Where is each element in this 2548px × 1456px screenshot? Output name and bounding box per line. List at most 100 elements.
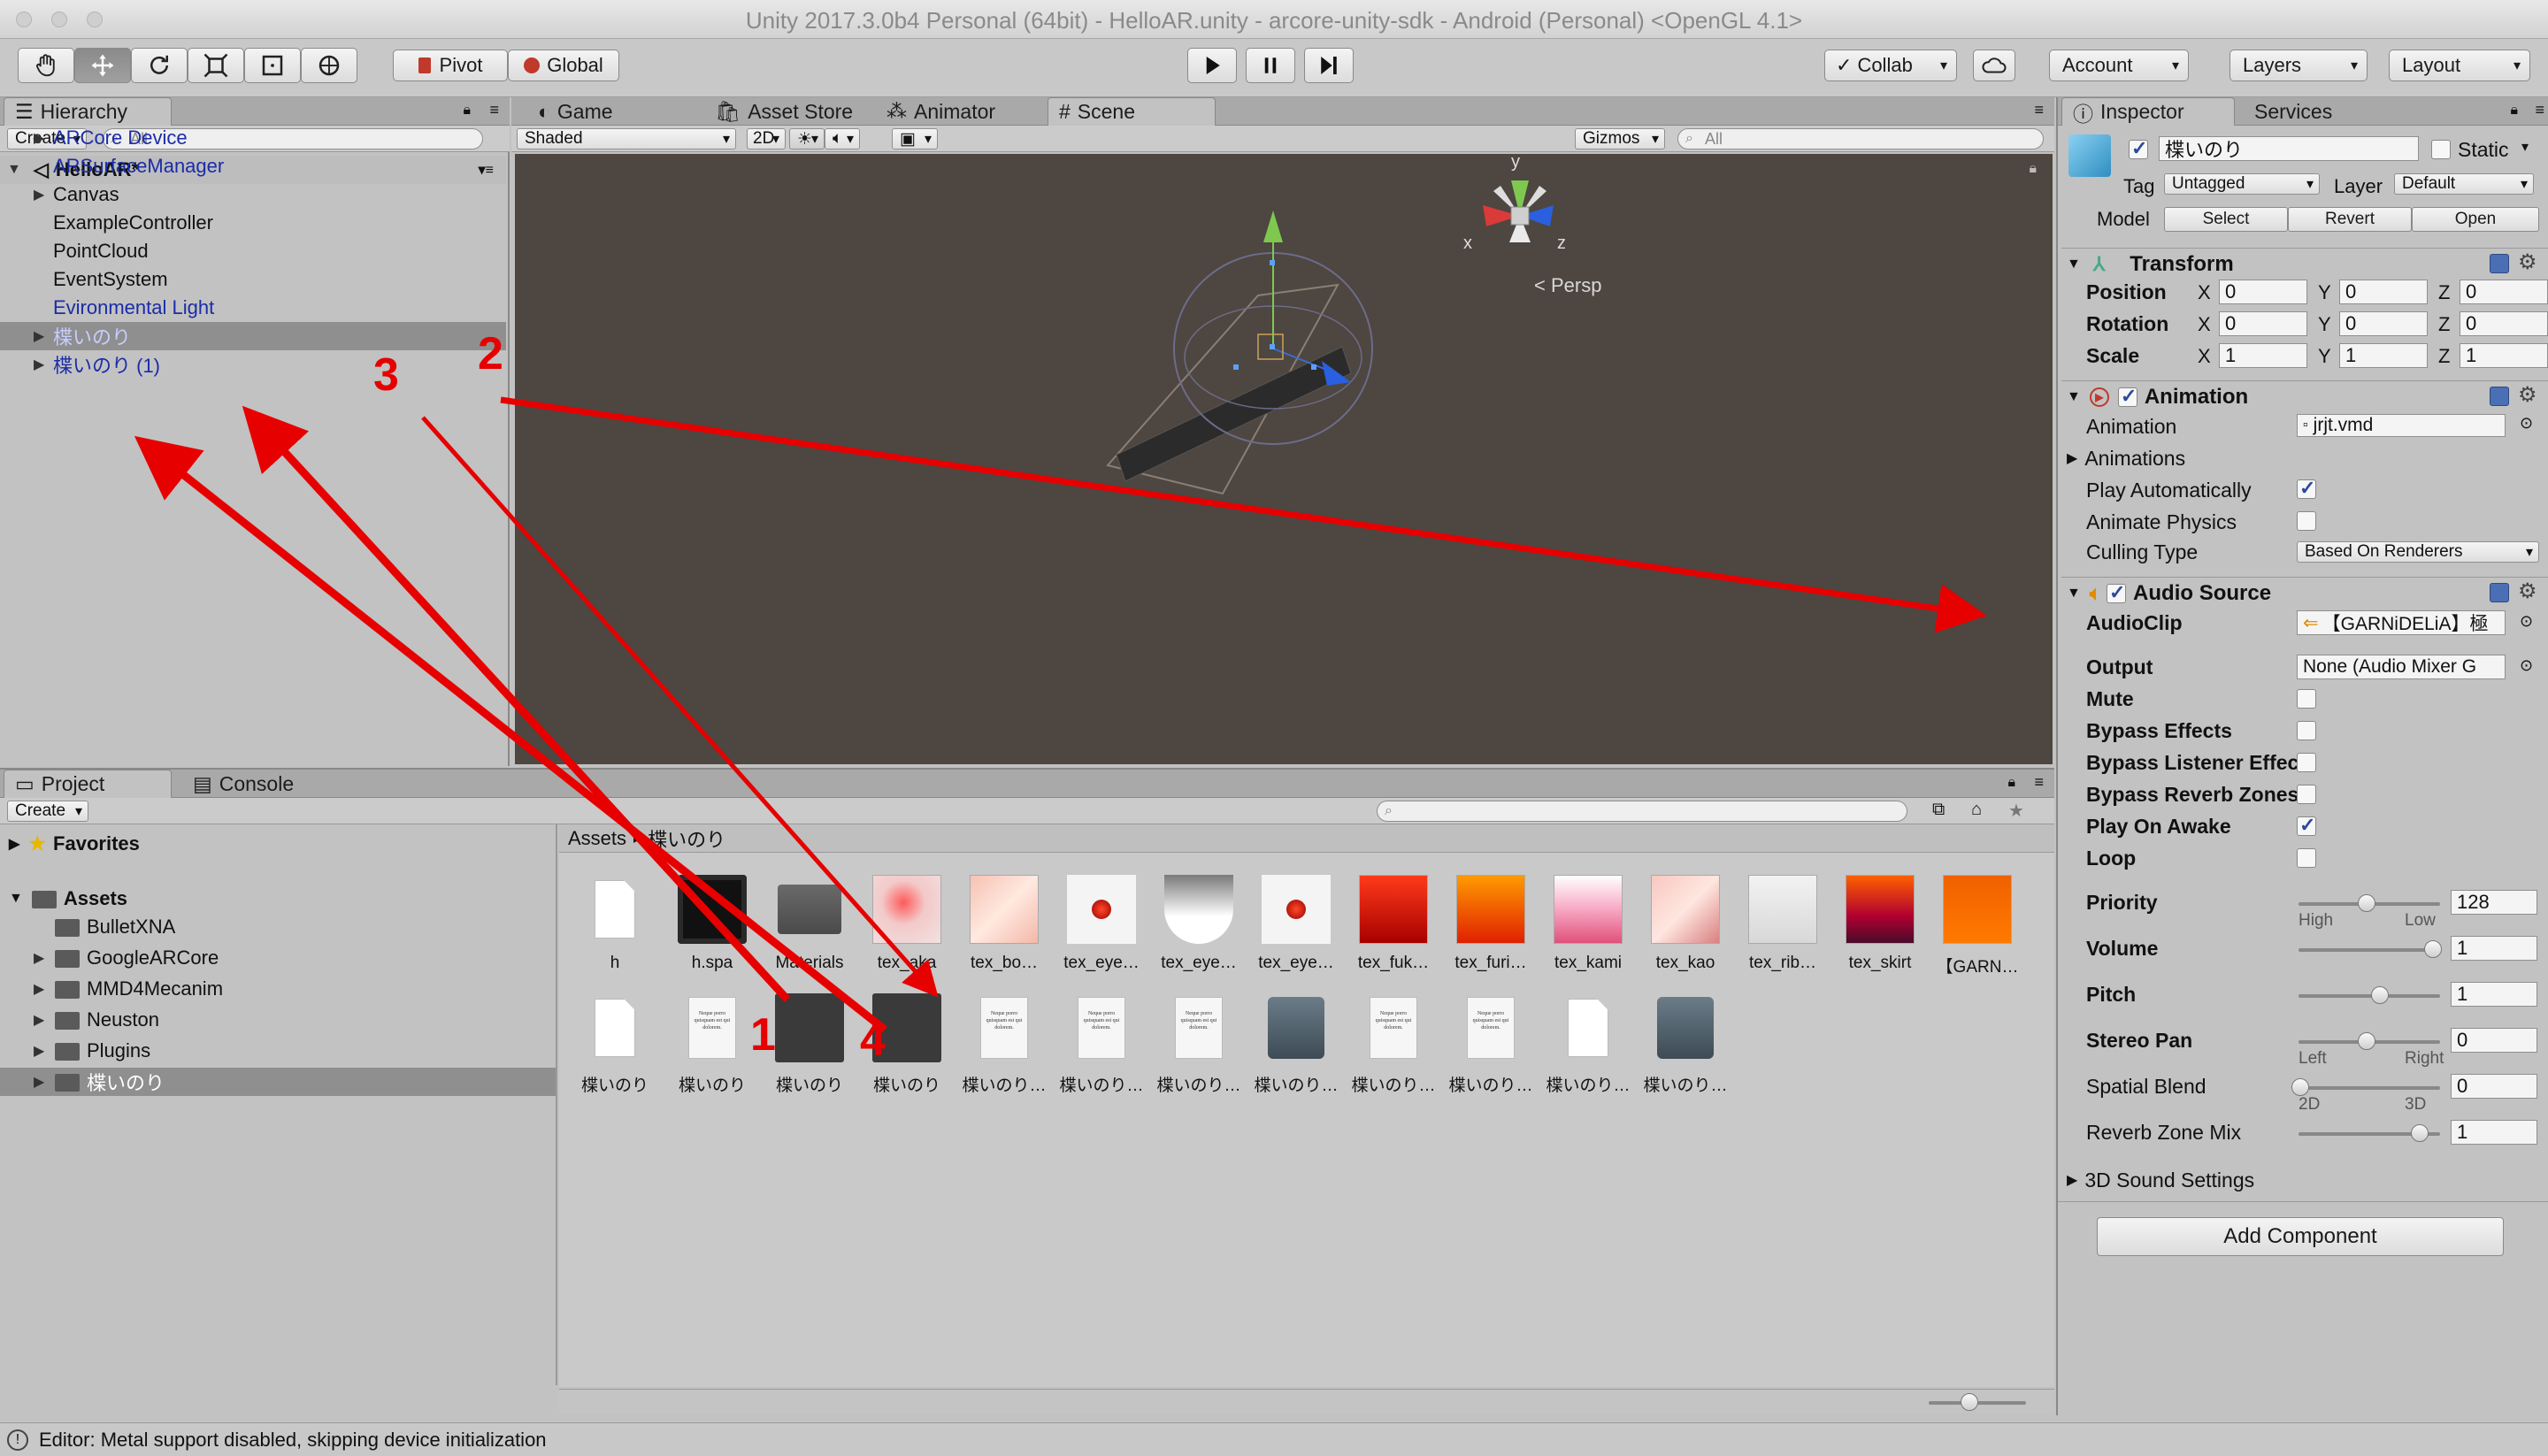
asset-item[interactable]: tex_bo… xyxy=(956,874,1053,973)
expand-triangle-icon[interactable]: ▶ xyxy=(34,1073,44,1091)
move-tool-button[interactable] xyxy=(74,48,131,83)
asset-item[interactable]: 楪いのり… xyxy=(1247,992,1345,1096)
transform-z-field[interactable]: 0 xyxy=(2460,280,2548,304)
scale-tool-button[interactable] xyxy=(188,48,244,83)
asset-item[interactable]: Materials xyxy=(761,874,858,973)
help-book-icon[interactable] xyxy=(2490,254,2509,273)
help-book-icon[interactable] xyxy=(2490,387,2509,406)
effects-dropdown[interactable]: ▣ xyxy=(892,128,938,149)
project-create-dropdown[interactable]: Create xyxy=(7,801,88,822)
animations-row[interactable]: ▶ Animations xyxy=(2067,442,2532,474)
spatial-value-field[interactable]: 0 xyxy=(2451,1074,2537,1099)
collab-dropdown[interactable]: ✓ Collab ▾ xyxy=(1824,50,1957,81)
asset-item[interactable]: h.spa xyxy=(664,874,761,973)
rect-tool-button[interactable] xyxy=(244,48,301,83)
folder-row[interactable]: ▶ Plugins xyxy=(0,1037,556,1065)
model-revert-button[interactable]: Revert xyxy=(2288,207,2412,232)
label-tag-icon[interactable]: ⌂ xyxy=(1971,800,1982,820)
animation-header[interactable]: ▼ ▶ Animation xyxy=(2061,380,2548,412)
expand-triangle-icon[interactable]: ▶ xyxy=(34,1042,44,1060)
slider-knob[interactable] xyxy=(2291,1078,2309,1096)
slider-knob[interactable] xyxy=(2358,894,2375,912)
object-picker-icon[interactable]: ⊙ xyxy=(2520,414,2533,433)
audio-enabled-checkbox[interactable] xyxy=(2107,581,2127,604)
priority-value-field[interactable]: 128 xyxy=(2451,890,2537,915)
slider-knob[interactable] xyxy=(2411,1124,2429,1142)
transform-y-field[interactable]: 0 xyxy=(2339,280,2428,304)
tag-dropdown[interactable]: Untagged xyxy=(2164,173,2320,195)
scene-search-input[interactable]: ⌕ All xyxy=(1677,128,2044,149)
transform-z-field[interactable]: 0 xyxy=(2460,311,2548,336)
transform-x-field[interactable]: 0 xyxy=(2219,280,2307,304)
audio-option-checkbox[interactable] xyxy=(2297,785,2316,804)
expand-triangle-icon[interactable]: ▶ xyxy=(34,129,44,147)
model-select-button[interactable]: Select xyxy=(2164,207,2288,232)
panel-menu-icon[interactable]: ≡ xyxy=(2034,773,2044,792)
expand-triangle-icon[interactable]: ▼ xyxy=(2067,389,2081,405)
audio-option-checkbox[interactable] xyxy=(2297,721,2316,740)
hierarchy-item[interactable]: ▶ Canvas xyxy=(0,180,506,209)
folder-row[interactable]: ▶ MMD4Mecanim xyxy=(0,975,556,1003)
global-toggle[interactable]: Global xyxy=(508,50,619,81)
audio-option-checkbox[interactable] xyxy=(2297,689,2316,709)
expand-triangle-icon[interactable]: ▶ xyxy=(34,980,44,998)
add-component-button[interactable]: Add Component xyxy=(2097,1217,2504,1256)
asset-item[interactable]: tex_eye… xyxy=(1053,874,1150,973)
asset-item[interactable]: tex_kami xyxy=(1539,874,1637,973)
asset-item[interactable]: tex_fuk… xyxy=(1345,874,1442,973)
expand-triangle-icon[interactable]: ▶ xyxy=(34,327,44,345)
transform-tool-button[interactable] xyxy=(301,48,357,83)
audio-source-header[interactable]: ▼ 🔈︎ Audio Source xyxy=(2061,577,2548,609)
spatial-slider[interactable] xyxy=(2291,1078,2440,1096)
asset-item[interactable]: 楪いのり… xyxy=(1539,992,1637,1096)
transform-y-field[interactable]: 1 xyxy=(2339,343,2428,368)
asset-item[interactable]: Neque porro quisquam est qui dolorem. 楪いの… xyxy=(1345,992,1442,1096)
scene-viewport[interactable]: y x z < Persp 🔒︎ xyxy=(515,152,2053,764)
stereo-slider[interactable] xyxy=(2299,1032,2440,1050)
slider-knob[interactable] xyxy=(2371,986,2389,1004)
lock-icon[interactable]: 🔒︎ xyxy=(2007,775,2015,791)
asset-item[interactable]: h xyxy=(566,874,664,973)
slider-knob[interactable] xyxy=(2358,1032,2375,1050)
layout-dropdown[interactable]: Layout ▾ xyxy=(2389,50,2530,81)
animate-physics-checkbox[interactable] xyxy=(2297,511,2316,531)
audio-option-checkbox[interactable] xyxy=(2297,848,2316,868)
expand-triangle-icon[interactable]: ▼ xyxy=(2067,586,2081,602)
tab-scene[interactable]: # Scene xyxy=(1048,97,1216,126)
output-field[interactable]: None (Audio Mixer G xyxy=(2297,655,2506,679)
tab-animator[interactable]: ⁂ Animator xyxy=(876,97,1006,126)
tab-game[interactable]: ◐ Game xyxy=(527,97,624,126)
transform-y-field[interactable]: 0 xyxy=(2339,311,2428,336)
object-picker-icon[interactable]: ⊙ xyxy=(2520,612,2533,631)
play-automatically-checkbox[interactable] xyxy=(2297,477,2316,500)
folder-row[interactable]: BulletXNA xyxy=(0,913,556,941)
gizmos-dropdown[interactable]: Gizmos xyxy=(1575,128,1665,149)
asset-item[interactable]: tex_eye… xyxy=(1150,874,1247,973)
panel-menu-icon[interactable]: ≡ xyxy=(2535,101,2544,119)
reverb-value-field[interactable]: 1 xyxy=(2451,1120,2537,1145)
icon-size-slider[interactable] xyxy=(1929,1393,2026,1411)
transform-x-field[interactable]: 1 xyxy=(2219,343,2307,368)
expand-triangle-icon[interactable]: ▶ xyxy=(2067,449,2077,467)
asset-item[interactable]: tex_aka xyxy=(858,874,956,973)
layers-dropdown[interactable]: Layers ▾ xyxy=(2230,50,2368,81)
breadcrumb-current[interactable]: 楪いのり xyxy=(648,824,725,853)
expand-triangle-icon[interactable]: ▶ xyxy=(34,1011,44,1029)
hierarchy-item[interactable]: ▶ 楪いのり xyxy=(0,322,506,350)
asset-item[interactable]: tex_skirt xyxy=(1831,874,1929,973)
persp-label[interactable]: < Persp xyxy=(1534,274,1601,297)
chevron-down-icon[interactable]: ▾ xyxy=(2521,138,2529,156)
audio-option-checkbox[interactable] xyxy=(2297,753,2316,772)
expand-triangle-icon[interactable]: ▶ xyxy=(9,835,19,853)
expand-triangle-icon[interactable]: ▼ xyxy=(9,891,23,907)
lock-icon[interactable]: 🔒︎ xyxy=(2029,161,2037,177)
pitch-value-field[interactable]: 1 xyxy=(2451,982,2537,1007)
play-button[interactable] xyxy=(1187,48,1237,83)
priority-slider[interactable] xyxy=(2299,894,2440,912)
gear-icon[interactable]: ⚙ xyxy=(2518,579,2537,604)
help-book-icon[interactable] xyxy=(2490,583,2509,602)
audio-option-checkbox[interactable] xyxy=(2297,814,2316,837)
folder-row[interactable]: ▶ 楪いのり xyxy=(0,1068,556,1096)
3d-sound-settings-row[interactable]: ▶ 3D Sound Settings xyxy=(2067,1164,2532,1196)
volume-value-field[interactable]: 1 xyxy=(2451,936,2537,961)
